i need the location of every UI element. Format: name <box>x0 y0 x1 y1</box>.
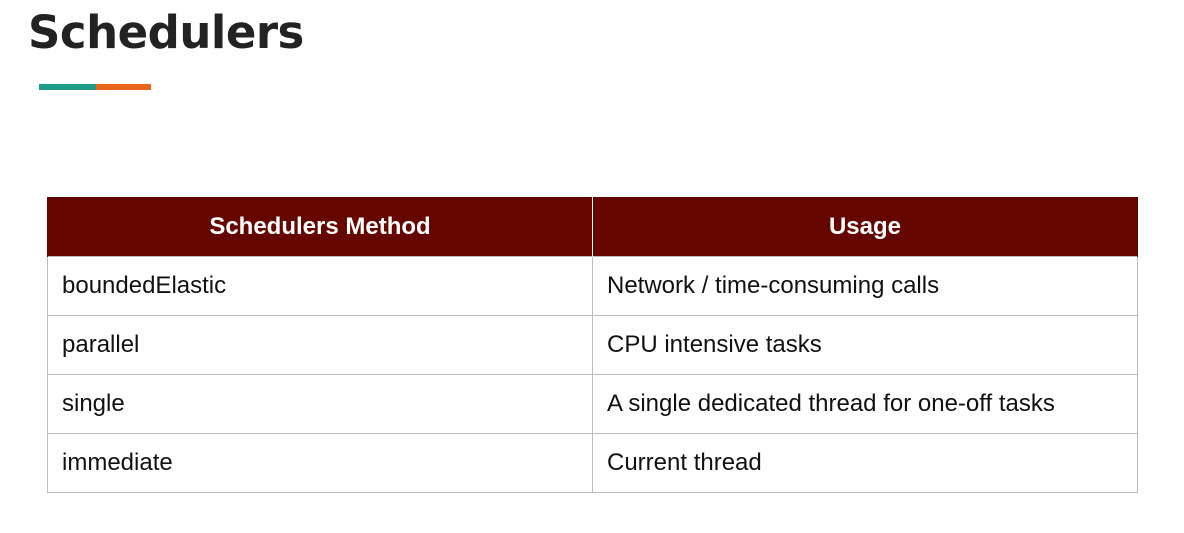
slide-title: Schedulers <box>28 6 304 59</box>
schedulers-table: Schedulers Method Usage boundedElastic N… <box>47 197 1138 493</box>
table-row: single A single dedicated thread for one… <box>47 374 1138 434</box>
method-cell: parallel <box>47 315 593 375</box>
method-cell: single <box>47 374 593 434</box>
table-header-row: Schedulers Method Usage <box>47 197 1138 257</box>
accent-bar-teal-segment <box>39 84 96 90</box>
table-row: boundedElastic Network / time-consuming … <box>47 256 1138 316</box>
method-cell: boundedElastic <box>47 256 593 316</box>
usage-cell: CPU intensive tasks <box>592 315 1138 375</box>
method-cell: immediate <box>47 433 593 493</box>
column-header-method: Schedulers Method <box>47 197 593 257</box>
column-header-usage: Usage <box>592 197 1138 257</box>
usage-cell: A single dedicated thread for one-off ta… <box>592 374 1138 434</box>
accent-bar-orange-segment <box>96 84 151 90</box>
title-accent-bar <box>39 84 151 90</box>
table-row: parallel CPU intensive tasks <box>47 315 1138 375</box>
usage-cell: Network / time-consuming calls <box>592 256 1138 316</box>
table-row: immediate Current thread <box>47 433 1138 493</box>
usage-cell: Current thread <box>592 433 1138 493</box>
